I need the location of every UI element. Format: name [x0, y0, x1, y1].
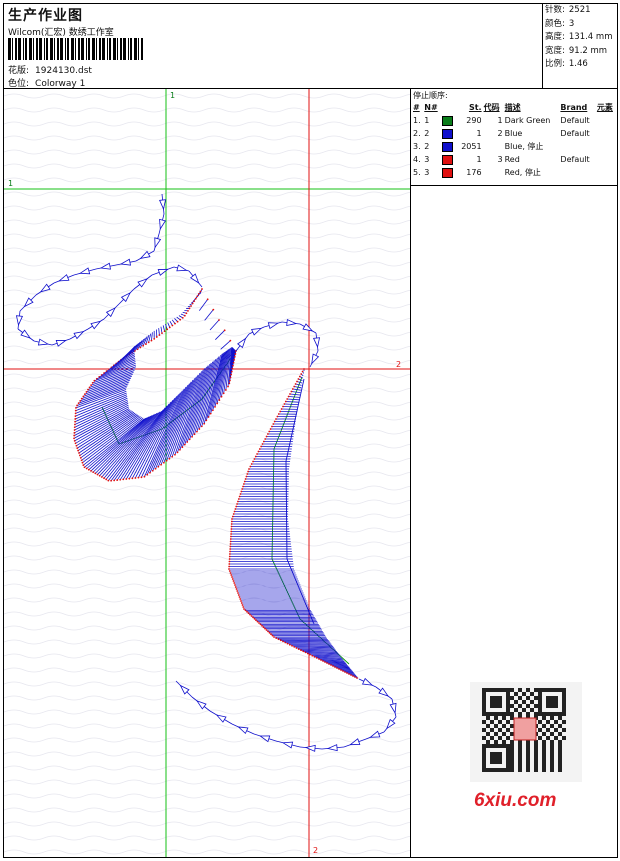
cell-description: Blue: [504, 129, 523, 138]
cell-stitches: 290: [466, 116, 482, 125]
color-swatch: [442, 115, 454, 126]
cell-index: 5.: [413, 168, 421, 177]
cell-brand: [559, 140, 596, 153]
cell-index: 1.: [413, 116, 421, 125]
table-row: 1. 1 290 1 Dark Green Default: [412, 114, 617, 127]
stop-sequence-table: # N# St. 代码 描述 Brand 元素 1. 1 290 1 Dark Gree…: [412, 101, 617, 179]
page-title: 生产作业图: [8, 8, 83, 24]
cell-needle: 2: [424, 142, 430, 151]
green-v-label: 1: [170, 91, 175, 100]
table-header-row: # N# St. 代码 描述 Brand 元素: [412, 101, 617, 114]
watermark: 6xiu.com: [474, 790, 557, 811]
col-swatch: [441, 101, 456, 114]
cell-code: 3: [497, 155, 503, 164]
colorway-label: 色位:: [8, 79, 30, 89]
cell-description: Red: [504, 155, 520, 164]
cell-swatch: [441, 140, 456, 153]
cell-stitches: 1: [476, 129, 482, 138]
design-file-label: 花版:: [8, 66, 30, 76]
stat-stitches: 针数: 2521: [545, 5, 591, 15]
cell-brand: Default: [560, 116, 590, 125]
stop-sequence-title: 停止顺序:: [413, 91, 448, 100]
stat-scale: 比例: 1.46: [545, 59, 588, 69]
color-swatch: [442, 128, 454, 139]
company-name: Wilcom(汇宏) 数绣工作室: [8, 28, 114, 38]
stop-sequence-panel: 停止顺序: # N# St. 代码 描述 Brand 元素 1. 1 290 1 Dar…: [411, 89, 617, 186]
cell-index: 4.: [413, 155, 421, 164]
cell-stitches: 176: [466, 168, 482, 177]
stop-sequence-rows: 1. 1 290 1 Dark Green Default 2. 2 1 2 Blue Default…: [412, 114, 617, 179]
stat-width: 宽度: 91.2 mm: [545, 45, 608, 56]
col-needle: N#: [424, 103, 438, 112]
stat-height: 高度: 131.4 mm: [545, 32, 613, 42]
stat-colors: 颜色: 3: [545, 18, 575, 29]
table-row: 5. 3 176 Red, 停止: [412, 166, 617, 179]
design-stats: 针数: 2521 颜色: 3 高度: 131.4 mm 宽度: 91.2 mm 比例: 1…: [543, 4, 619, 72]
color-swatch: [442, 167, 454, 178]
col-stitches: St.: [468, 103, 482, 112]
cell-element: [596, 166, 617, 179]
design-file-line: 花版: 1924130.dst: [8, 63, 92, 76]
cell-swatch: [441, 127, 456, 140]
cell-element: [596, 127, 617, 140]
cell-brand: Default: [560, 129, 590, 138]
colorway-line: 色位: Colorway 1: [8, 76, 85, 89]
cell-brand: [559, 166, 596, 179]
cell-swatch: [441, 153, 456, 166]
cell-code: 1: [497, 116, 503, 125]
cell-stitches: 1: [476, 155, 482, 164]
cell-description: Blue, 停止: [504, 142, 544, 151]
cell-index: 2.: [413, 129, 421, 138]
cell-swatch: [441, 114, 456, 127]
colorway-name: Colorway 1: [35, 79, 86, 89]
cell-element: [596, 140, 617, 153]
cell-element: [596, 153, 617, 166]
cell-needle: 3: [424, 155, 430, 164]
design-file-name: 1924130.dst: [35, 66, 92, 76]
barcode: [8, 38, 143, 60]
table-row: 4. 3 1 3 Red Default: [412, 153, 617, 166]
col-code: 代码: [483, 103, 500, 112]
cell-code: 2: [497, 129, 503, 138]
qr-code: [470, 682, 582, 782]
color-swatch: [442, 154, 454, 165]
cell-needle: 3: [424, 168, 430, 177]
cell-needle: 1: [424, 116, 430, 125]
color-swatch: [442, 141, 454, 152]
cell-description: Red, 停止: [504, 168, 541, 177]
red-h-label: 2: [396, 360, 401, 369]
cell-code: [483, 140, 504, 153]
green-h-label: 1: [8, 179, 13, 188]
cell-stitches: 2051: [461, 142, 482, 151]
col-element: 元素: [596, 103, 613, 112]
table-row: 3. 2 2051 Blue, 停止: [412, 140, 617, 153]
cell-swatch: [441, 166, 456, 179]
col-index: #: [413, 103, 420, 112]
col-brand: Brand: [560, 103, 588, 112]
red-v-label: 2: [313, 846, 318, 855]
col-description: 描述: [504, 103, 521, 112]
cell-code: [483, 166, 504, 179]
table-row: 2. 2 1 2 Blue Default: [412, 127, 617, 140]
cell-needle: 2: [424, 129, 430, 138]
stitch-drawing: 1 1 2 2: [4, 89, 410, 857]
cell-brand: Default: [560, 155, 590, 164]
header-info: 生产作业图 Wilcom(汇宏) 数绣工作室 花版: 1924130.dst 色位…: [4, 4, 543, 89]
cell-element: [596, 114, 617, 127]
header: 生产作业图 Wilcom(汇宏) 数绣工作室 花版: 1924130.dst 色位…: [4, 4, 617, 89]
cell-index: 3.: [413, 142, 421, 151]
embroidery-preview: 1 1 2 2: [4, 89, 411, 857]
cell-description: Dark Green: [504, 116, 551, 125]
